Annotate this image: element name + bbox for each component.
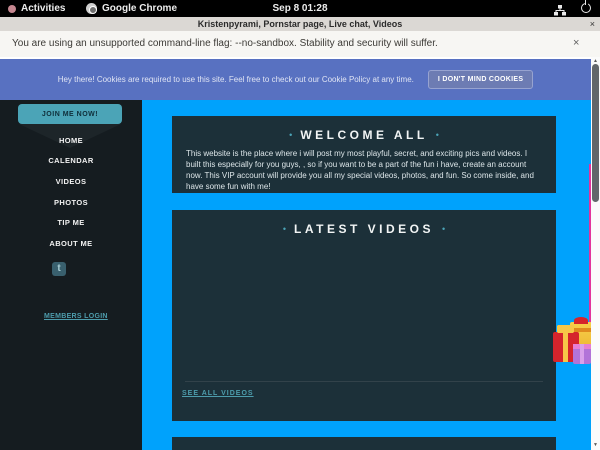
flag-warning-close-icon[interactable]: × [573, 37, 579, 49]
window-title-bar: Kristenpyrami, Pornstar page, Live chat,… [0, 17, 600, 31]
gift-widget[interactable] [551, 318, 591, 364]
bullet-icon: • [436, 130, 439, 140]
latest-videos-title: LATEST VIDEOS [294, 222, 434, 236]
power-icon[interactable] [581, 3, 591, 13]
bullet-icon: • [289, 130, 292, 140]
sidebar: JOIN ME NOW! HOME CALENDAR VIDEOS PHOTOS… [0, 100, 142, 450]
sidebar-item-aboutme[interactable]: ABOUT ME [0, 233, 142, 254]
welcome-title-row: • WELCOME ALL • [172, 116, 556, 142]
bullet-icon: • [283, 224, 286, 234]
sidebar-item-videos[interactable]: VIDEOS [0, 171, 142, 192]
see-all-videos-link[interactable]: SEE ALL VIDEOS [182, 390, 254, 397]
cookie-message: Hey there! Cookies are required to use t… [58, 75, 414, 84]
clock[interactable]: Sep 8 01:28 [0, 3, 600, 14]
welcome-title: WELCOME ALL [300, 128, 427, 142]
sidebar-item-photos[interactable]: PHOTOS [0, 192, 142, 213]
sidebar-nav: HOME CALENDAR VIDEOS PHOTOS TIP ME ABOUT… [0, 130, 142, 254]
sidebar-item-tipme[interactable]: TIP ME [0, 212, 142, 233]
cookie-accept-button[interactable]: I DON'T MIND COOKIES [428, 70, 533, 89]
panel-divider [185, 381, 543, 382]
gnome-top-bar: Activities Google Chrome Sep 8 01:28 [0, 0, 600, 17]
scrollbar[interactable]: ▲ ▼ [591, 57, 600, 450]
window-title: Kristenpyrami, Pornstar page, Live chat,… [198, 19, 402, 29]
site-body: JOIN ME NOW! HOME CALENDAR VIDEOS PHOTOS… [0, 100, 591, 450]
next-section-panel [172, 437, 556, 450]
welcome-body-text: This website is the place where i will p… [186, 148, 542, 192]
members-login-link[interactable]: MEMBERS LOGIN [44, 313, 108, 320]
tumblr-icon[interactable]: t [52, 262, 66, 276]
sidebar-item-home[interactable]: HOME [0, 130, 142, 151]
sidebar-item-calendar[interactable]: CALENDAR [0, 151, 142, 172]
scroll-down-icon[interactable]: ▼ [591, 442, 600, 448]
latest-videos-panel: • LATEST VIDEOS • SEE ALL VIDEOS [172, 210, 556, 421]
window-close-icon[interactable]: × [590, 17, 595, 31]
gift-purple-icon [573, 344, 591, 364]
flag-warning-bar: You are using an unsupported command-lin… [0, 31, 600, 57]
join-me-now-button[interactable]: JOIN ME NOW! [18, 104, 122, 124]
welcome-panel: • WELCOME ALL • This website is the plac… [172, 116, 556, 193]
flag-warning-text: You are using an unsupported command-lin… [12, 38, 438, 49]
page-viewport: Hey there! Cookies are required to use t… [0, 57, 591, 450]
latest-videos-title-row: • LATEST VIDEOS • [172, 210, 556, 236]
bullet-icon: • [442, 224, 445, 234]
scrollbar-thumb[interactable] [592, 64, 599, 202]
cookie-banner: Hey there! Cookies are required to use t… [0, 59, 591, 100]
